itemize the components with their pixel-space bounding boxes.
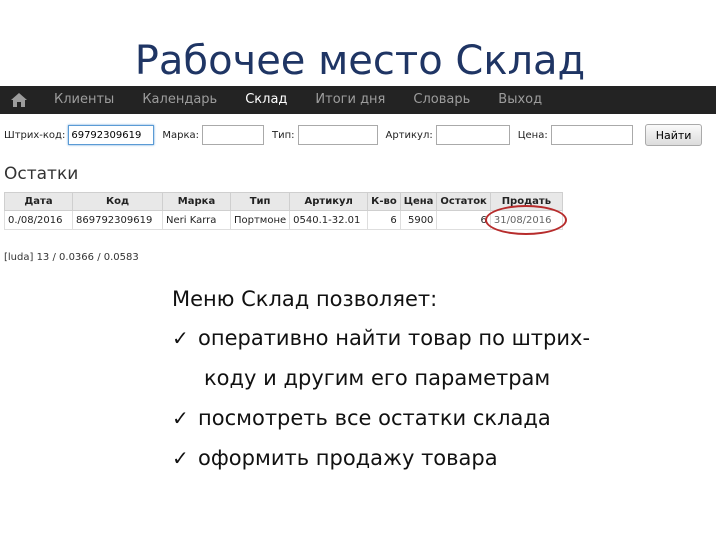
- article-label: Артикул:: [385, 129, 433, 141]
- stock-table: Дата Код Марка Тип Артикул К-во Цена Ост…: [4, 192, 567, 235]
- checkmark-icon: ✓: [172, 326, 189, 350]
- column-header-code[interactable]: Код: [72, 192, 163, 211]
- list-item: ✓ посмотреть все остатки склада: [172, 398, 712, 438]
- column-header-quantity[interactable]: К-во: [367, 192, 401, 211]
- barcode-input[interactable]: [68, 125, 155, 145]
- cell-quantity: 6: [367, 210, 401, 230]
- cell-price: 5900: [399, 210, 438, 230]
- mark-input[interactable]: [201, 125, 264, 145]
- nav-item-warehouse[interactable]: Склад: [231, 86, 301, 114]
- search-form: Штрих-код: Марка: Тип: Артикул: Цена: На…: [4, 124, 716, 146]
- type-input[interactable]: [297, 125, 378, 145]
- cell-article: 0540.1-32.01: [289, 210, 369, 230]
- feature-text: посмотреть все остатки склада: [198, 406, 551, 430]
- column-header-mark[interactable]: Марка: [162, 192, 231, 211]
- column-header-type[interactable]: Тип: [229, 192, 291, 211]
- checkmark-icon: ✓: [172, 446, 189, 470]
- mark-label: Марка:: [162, 129, 199, 141]
- cell-sell[interactable]: 31/08/2016: [484, 205, 567, 235]
- nav-item-day-totals[interactable]: Итоги дня: [301, 86, 399, 114]
- feature-text-continued: коду и другим его параметрам: [204, 366, 551, 390]
- price-label: Цена:: [517, 129, 548, 141]
- home-icon[interactable]: [10, 92, 28, 108]
- user-status-line: [luda] 13 / 0.0366 / 0.0583: [4, 252, 139, 263]
- sell-date-link[interactable]: 31/08/2016: [494, 215, 552, 226]
- column-header-article[interactable]: Артикул: [289, 192, 369, 211]
- type-label: Тип:: [271, 129, 295, 141]
- nav-item-dictionary[interactable]: Словарь: [399, 86, 484, 114]
- table-row: 0./08/2016 869792309619 Neri Karra Портм…: [4, 205, 567, 235]
- cell-type: Портмоне: [229, 210, 291, 230]
- list-item: ✓ оформить продажу товара: [172, 438, 712, 478]
- checkmark-icon: ✓: [172, 406, 189, 430]
- feature-text: оперативно найти товар по штрих-: [198, 326, 591, 350]
- nav-item-clients[interactable]: Клиенты: [40, 86, 128, 114]
- cell-remaining: 6: [436, 210, 491, 230]
- article-input[interactable]: [435, 125, 510, 145]
- column-header-remaining[interactable]: Остаток: [436, 192, 491, 211]
- stock-section-title: Остатки: [4, 164, 79, 184]
- price-input[interactable]: [550, 125, 633, 145]
- features-list: Меню Склад позволяет: ✓ оперативно найти…: [172, 284, 712, 478]
- top-navbar: Клиенты Календарь Склад Итоги дня Словар…: [0, 86, 716, 114]
- find-button[interactable]: Найти: [644, 124, 703, 146]
- list-item: ✓ оперативно найти товар по штрих- коду …: [172, 318, 712, 398]
- cell-mark: Neri Karra: [162, 210, 231, 230]
- barcode-label: Штрих-код:: [4, 129, 66, 141]
- table-header-row: Дата Код Марка Тип Артикул К-во Цена Ост…: [4, 192, 563, 211]
- nav-item-calendar[interactable]: Календарь: [128, 86, 231, 114]
- features-intro: Меню Склад позволяет:: [172, 287, 438, 311]
- column-header-sell[interactable]: Продать: [489, 192, 563, 211]
- column-header-date[interactable]: Дата: [4, 192, 73, 211]
- column-header-price[interactable]: Цена: [399, 192, 438, 211]
- slide-title: Рабочее место Склад: [134, 38, 586, 84]
- cell-code: 869792309619: [72, 210, 163, 230]
- feature-text: оформить продажу товара: [198, 446, 498, 470]
- nav-item-logout[interactable]: Выход: [484, 86, 556, 114]
- cell-date: 0./08/2016: [4, 210, 73, 230]
